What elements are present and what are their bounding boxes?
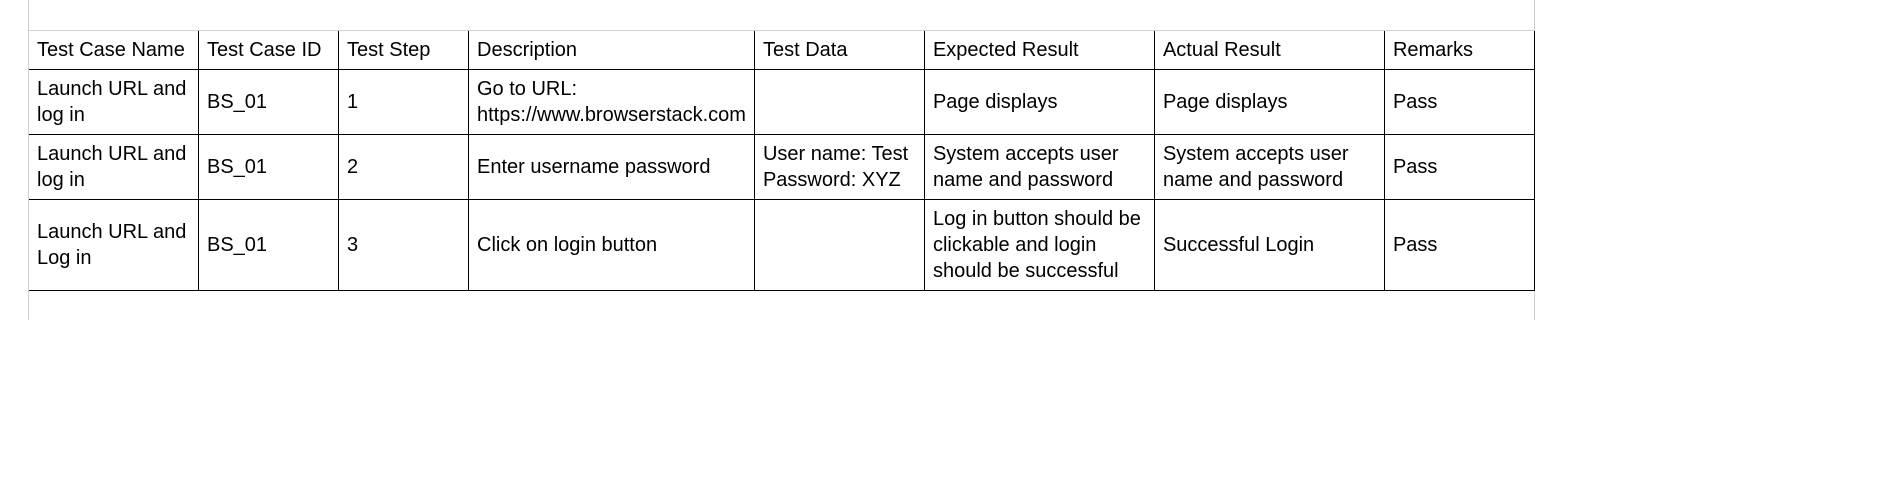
cell-test-data[interactable]: User name: TestPassword: XYZ	[754, 134, 924, 199]
cell-description[interactable]: Enter username password	[469, 134, 755, 199]
cell-test-data[interactable]	[754, 69, 924, 134]
cell-test-data[interactable]	[754, 199, 924, 290]
cell-actual-result[interactable]: Page displays	[1154, 69, 1384, 134]
cell-test-case-name[interactable]: Launch URL and log in	[29, 134, 199, 199]
table-row: Launch URL and log in BS_01 2 Enter user…	[28, 134, 1554, 199]
table-row: Launch URL and log in BS_01 1 Go to URL:…	[28, 69, 1554, 134]
cell-remarks[interactable]: Pass	[1384, 134, 1534, 199]
cell-remarks[interactable]: Pass	[1384, 69, 1534, 134]
header-test-data[interactable]: Test Data	[754, 30, 924, 69]
cell-expected-result[interactable]: Log in button should be clickable and lo…	[924, 199, 1154, 290]
cell-description[interactable]: Click on login button	[469, 199, 755, 290]
cell-expected-result[interactable]: System accepts user name and password	[924, 134, 1154, 199]
cell-test-case-name[interactable]: Launch URL and Log in	[29, 199, 199, 290]
empty-row-below	[28, 290, 1554, 320]
header-test-step[interactable]: Test Step	[339, 30, 469, 69]
header-test-case-name[interactable]: Test Case Name	[29, 30, 199, 69]
cell-test-step[interactable]: 3	[339, 199, 469, 290]
cell-description[interactable]: Go to URL: https://www.browserstack.com	[469, 69, 755, 134]
header-description[interactable]: Description	[469, 30, 755, 69]
cell-remarks[interactable]: Pass	[1384, 199, 1534, 290]
cell-actual-result[interactable]: Successful Login	[1154, 199, 1384, 290]
cell-actual-result[interactable]: System accepts user name and password	[1154, 134, 1384, 199]
cell-test-case-id[interactable]: BS_01	[199, 69, 339, 134]
cell-test-case-name[interactable]: Launch URL and log in	[29, 69, 199, 134]
header-test-case-id[interactable]: Test Case ID	[199, 30, 339, 69]
cell-test-step[interactable]: 2	[339, 134, 469, 199]
cell-test-case-id[interactable]: BS_01	[199, 199, 339, 290]
cell-test-case-id[interactable]: BS_01	[199, 134, 339, 199]
cell-expected-result[interactable]: Page displays	[924, 69, 1154, 134]
empty-row-above	[28, 0, 1554, 30]
table-row: Launch URL and Log in BS_01 3 Click on l…	[28, 199, 1554, 290]
header-remarks[interactable]: Remarks	[1384, 30, 1534, 69]
header-expected-result[interactable]: Expected Result	[924, 30, 1154, 69]
table-header-row: Test Case Name Test Case ID Test Step De…	[28, 30, 1554, 69]
test-case-table[interactable]: Test Case Name Test Case ID Test Step De…	[28, 0, 1554, 320]
header-actual-result[interactable]: Actual Result	[1154, 30, 1384, 69]
cell-test-step[interactable]: 1	[339, 69, 469, 134]
